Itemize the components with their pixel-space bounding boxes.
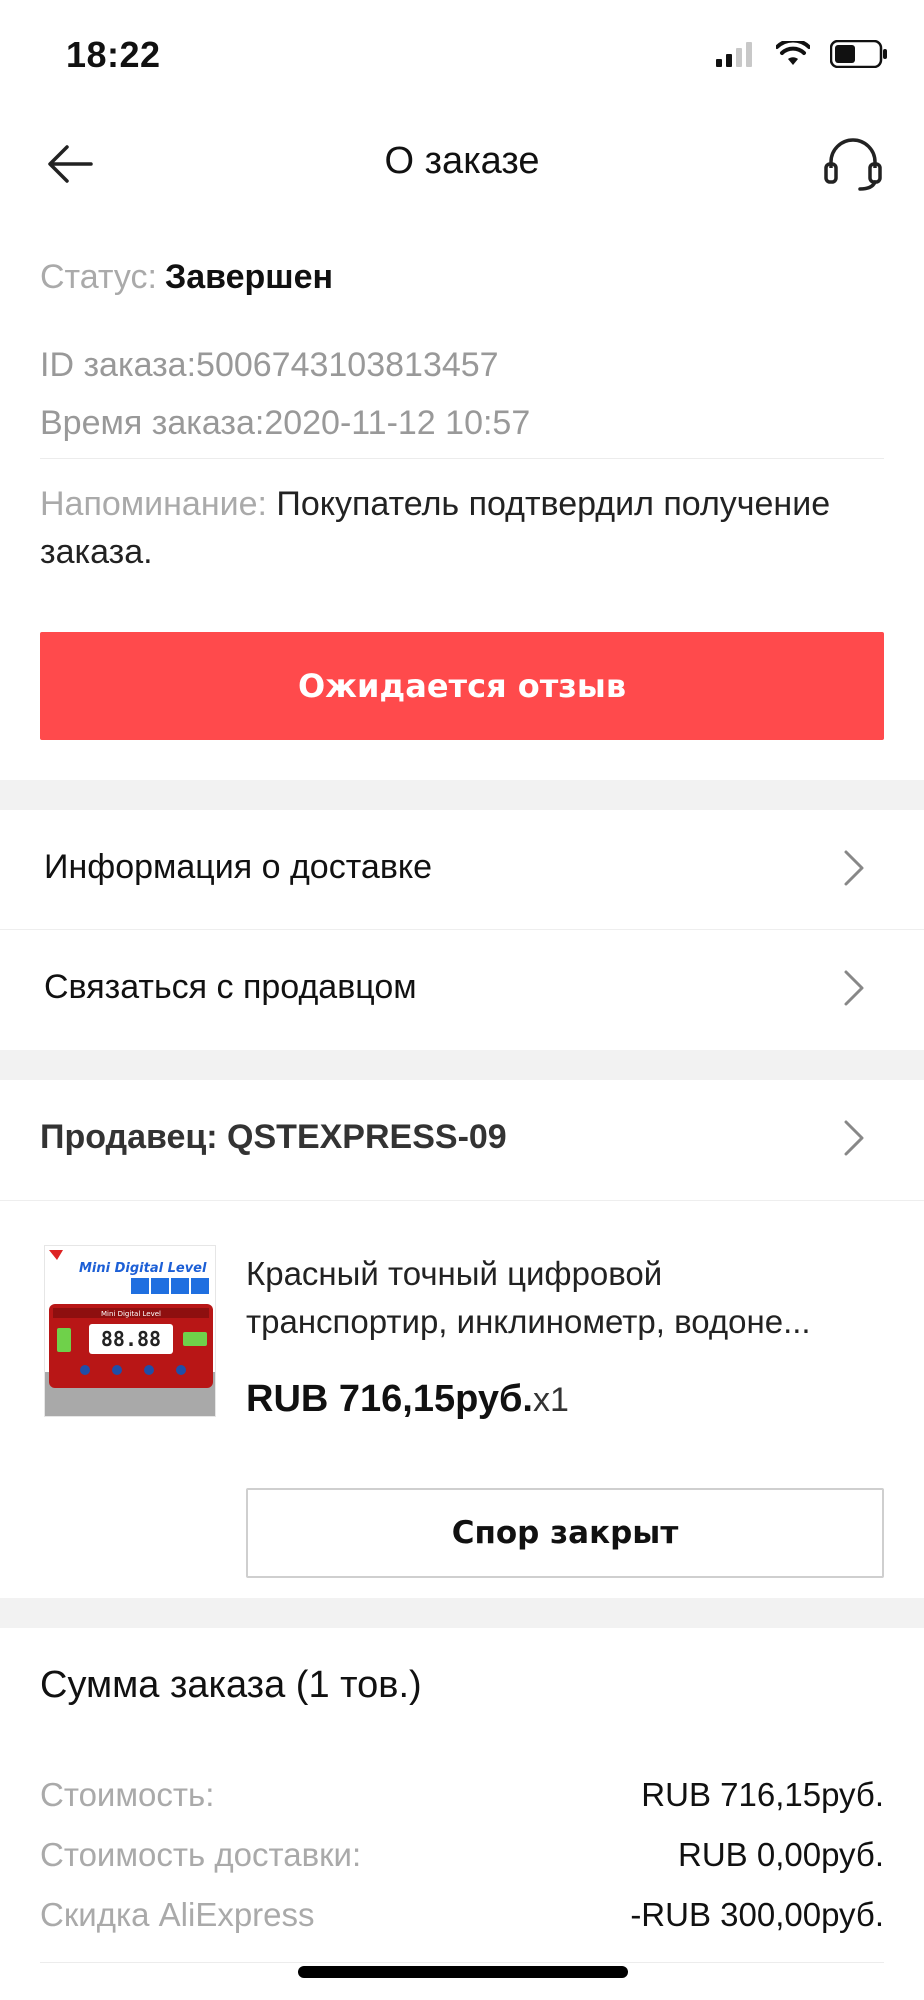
reminder-label: Напоминание: — [40, 485, 267, 523]
headset-icon — [824, 138, 882, 191]
page-title: О заказе — [384, 140, 540, 182]
summary-key: Стоимость: — [40, 1776, 215, 1813]
cellular-signal-icon — [716, 41, 756, 72]
thumb-subtitle: Mini Digital Level — [101, 1310, 161, 1318]
summary-key: Стоимость доставки: — [40, 1836, 362, 1873]
status-label: Статус: — [40, 258, 157, 296]
product-title-line1: Красный точный цифровой — [246, 1255, 663, 1292]
order-details-screen: 18:22 О заказе Статус: Завершен ID заказ… — [0, 0, 924, 2000]
status-time: 18:22 — [66, 34, 161, 75]
product-image[interactable]: Mini Digital Level Mini Digital Level 88… — [44, 1245, 216, 1417]
summary-value: RUB 716,15руб. — [641, 1776, 884, 1813]
order-reminder: Напоминание: Покупатель подтвердил получ… — [40, 480, 864, 576]
divider — [0, 1200, 924, 1201]
status-value: Завершен — [164, 258, 334, 296]
summary-key: Скидка AliExpress — [40, 1896, 315, 1933]
product-title-line2: транспортир, инклинометр, водоне... — [246, 1303, 811, 1340]
contact-seller-row[interactable]: Связаться с продавцом — [0, 930, 924, 1048]
summary-value: RUB 0,00руб. — [678, 1836, 884, 1873]
status-icons — [716, 38, 888, 73]
summary-value: -RUB 300,00руб. — [630, 1896, 884, 1933]
section-separator — [0, 780, 924, 810]
nav-bar: О заказе — [0, 110, 924, 220]
seller-row[interactable]: Продавец: QSTEXPRESS-09 — [0, 1080, 924, 1198]
dispute-closed-button[interactable]: Спор закрыт — [246, 1488, 884, 1578]
section-separator — [0, 1050, 924, 1080]
awaiting-review-button[interactable]: Ожидается отзыв — [40, 632, 884, 740]
home-indicator — [298, 1966, 628, 1978]
order-time: Время заказа:2020-11-12 10:57 — [40, 404, 531, 442]
product-title[interactable]: Красный точный цифровой транспортир, инк… — [246, 1250, 886, 1346]
wifi-icon — [775, 38, 811, 72]
seller-name: Продавец: QSTEXPRESS-09 — [40, 1118, 507, 1156]
status-bar: 18:22 — [0, 0, 924, 110]
summary-row: Стоимость: RUB 716,15руб. — [40, 1776, 884, 1820]
delivery-info-label: Информация о доставке — [44, 848, 433, 886]
summary-row: Скидка AliExpress -RUB 300,00руб. — [40, 1896, 884, 1940]
battery-icon — [829, 39, 888, 73]
thumb-readout: 88.88 — [101, 1327, 161, 1351]
product-price-line: RUB 716,15руб.x1 — [246, 1378, 569, 1421]
support-button[interactable] — [818, 128, 888, 198]
chevron-right-icon — [844, 850, 864, 886]
order-summary-title: Сумма заказа (1 тов.) — [40, 1664, 422, 1706]
summary-row: Стоимость доставки: RUB 0,00руб. — [40, 1836, 884, 1880]
product-quantity: x1 — [533, 1381, 569, 1419]
order-status: Статус: Завершен — [40, 258, 333, 297]
divider — [40, 1962, 884, 1963]
chevron-right-icon — [844, 1120, 864, 1156]
divider — [40, 458, 884, 459]
product-price: RUB 716,15руб. — [246, 1378, 533, 1420]
thumb-title: Mini Digital Level — [79, 1261, 207, 1276]
order-id: ID заказа:5006743103813457 — [40, 346, 499, 384]
chevron-right-icon — [844, 970, 864, 1006]
contact-seller-label: Связаться с продавцом — [44, 968, 417, 1006]
delivery-info-row[interactable]: Информация о доставке — [0, 810, 924, 928]
section-separator — [0, 1598, 924, 1628]
